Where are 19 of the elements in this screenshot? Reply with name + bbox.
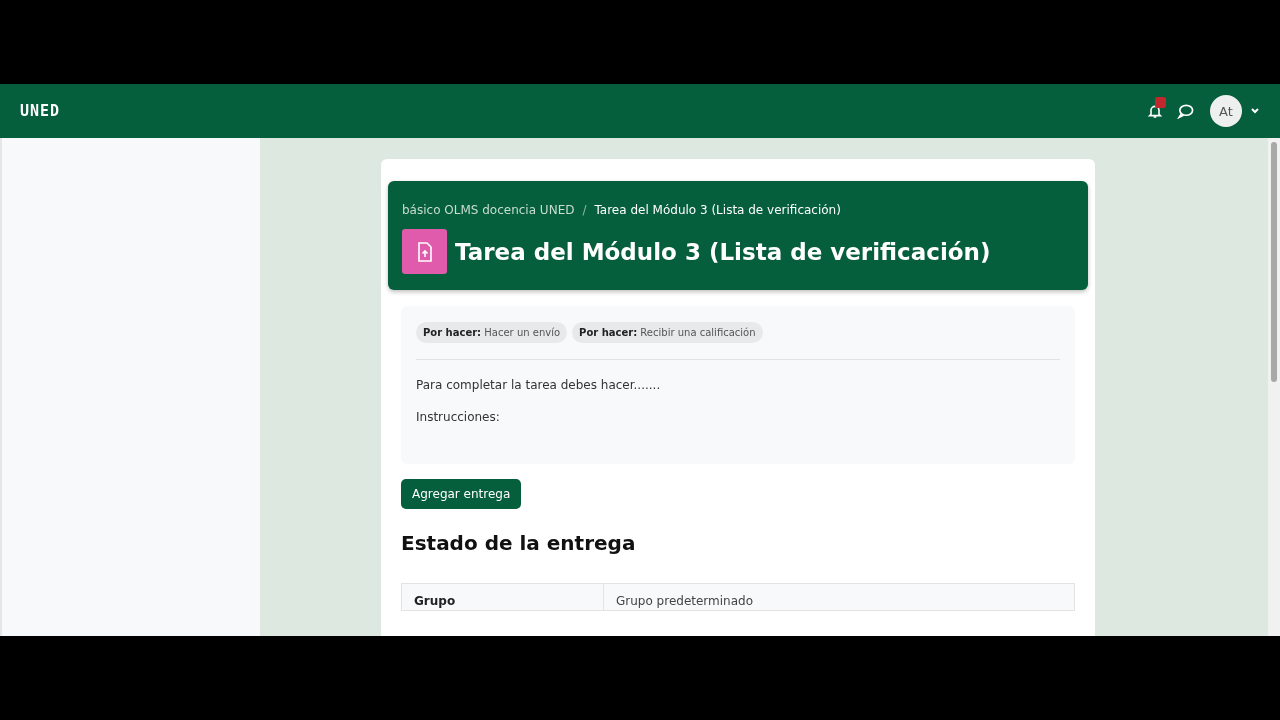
description-text: Instrucciones: <box>416 410 501 424</box>
scrollbar[interactable] <box>1268 138 1280 636</box>
table-cell-text: Grupo predeterminado <box>615 593 755 610</box>
speech-bubble-icon <box>1176 103 1194 119</box>
breadcrumb-current: Tarea del Módulo 3 (Lista de verificación) <box>594 203 841 217</box>
breadcrumb-separator: / <box>582 203 587 217</box>
todo-badge: Por hacer: Recibir una calificación <box>572 322 763 343</box>
todo-badge: Por hacer: Hacer un envío <box>416 322 568 343</box>
section-heading: Estado de la entrega <box>401 531 637 555</box>
user-avatar[interactable]: At <box>1210 95 1242 127</box>
bell-icon <box>1147 103 1163 119</box>
table-header-cell: Grupo <box>402 584 604 610</box>
description-text: Para completar la tarea debes hacer....... <box>416 378 662 392</box>
page-title: Tarea del Módulo 3 (Lista de verificación) <box>455 238 991 265</box>
add-submission-button[interactable]: Agregar entrega <box>401 479 522 509</box>
breadcrumb-link[interactable]: básico OLMS docencia UNED <box>402 203 575 217</box>
chevron-down-icon[interactable] <box>1250 107 1260 115</box>
site-logo[interactable]: UNED <box>20 102 61 120</box>
assignment-icon <box>402 229 447 274</box>
